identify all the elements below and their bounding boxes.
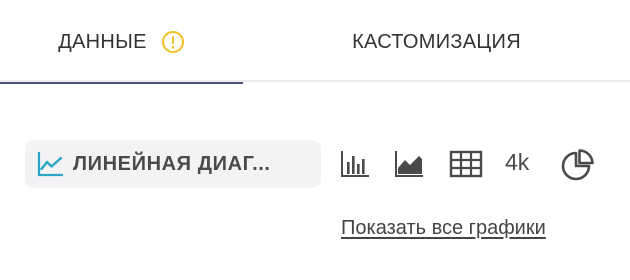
tab-data-label: ДАННЫЕ	[58, 30, 147, 53]
pie-chart-icon[interactable]	[561, 148, 595, 182]
selected-chart-type-button[interactable]: ЛИНЕЙНАЯ ДИАГ...	[25, 140, 321, 188]
tab-data[interactable]: ДАННЫЕ	[0, 0, 243, 84]
selected-chart-type-label: ЛИНЕЙНАЯ ДИАГ...	[73, 152, 271, 175]
tab-divider	[0, 80, 630, 82]
tab-customization-label: КАСТОМИЗАЦИЯ	[352, 30, 521, 53]
tab-bar: ДАННЫЕ КАСТОМИЗАЦИЯ	[0, 0, 630, 84]
table-icon[interactable]	[449, 148, 483, 180]
line-chart-icon	[37, 152, 63, 177]
bar-chart-icon[interactable]	[339, 148, 371, 180]
tab-customization[interactable]: КАСТОМИЗАЦИЯ	[243, 0, 630, 84]
warning-circle-icon	[161, 31, 184, 53]
chart-type-selector: ЛИНЕЙНАЯ ДИАГ... 4k	[0, 138, 630, 190]
number-widget-button[interactable]: 4k	[505, 149, 529, 176]
area-chart-icon[interactable]	[393, 148, 425, 180]
show-all-charts-link[interactable]: Показать все графики	[341, 217, 546, 240]
